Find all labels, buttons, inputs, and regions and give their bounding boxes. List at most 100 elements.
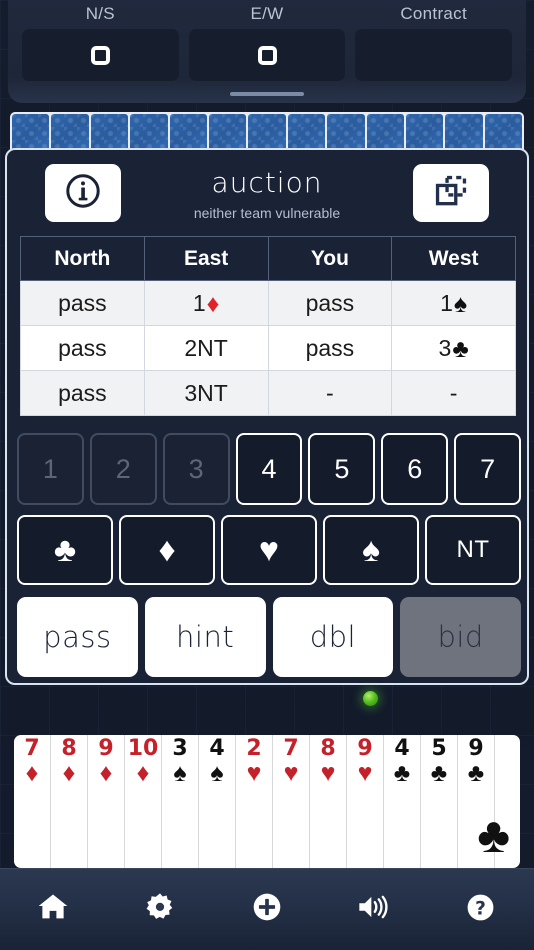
auction-bid-text: 1 [440, 289, 453, 316]
hand-card[interactable]: 8 ♥ [310, 735, 347, 868]
auction-bid-text: 3NT [184, 379, 228, 406]
nav-add-button[interactable] [214, 890, 321, 929]
bid-suit-heart[interactable]: ♥ [221, 515, 317, 585]
auction-bid-text: 3 [438, 334, 452, 361]
bid-level-4[interactable]: 4 [235, 433, 303, 505]
auction-header: auction neither team vulnerable [7, 150, 527, 232]
hand-card[interactable]: 8 ♦ [51, 735, 88, 868]
auction-cell: pass [20, 370, 145, 416]
auction-cell: pass [20, 280, 145, 326]
bid-suit-club[interactable]: ♣ [17, 515, 113, 585]
plus-circle-icon [250, 890, 284, 929]
bid-suit-spade[interactable]: ♠ [323, 515, 419, 585]
card-back [208, 114, 247, 152]
bid-suit-diamond[interactable]: ♦ [119, 515, 215, 585]
auction-cell: pass [267, 280, 393, 326]
duplicate-button[interactable] [413, 164, 489, 222]
card-back [51, 114, 89, 152]
auction-bid-suit: ♠ [453, 289, 468, 318]
card-rank: 7 [283, 736, 299, 761]
nav-settings-button[interactable] [107, 891, 214, 928]
card-back [366, 114, 404, 152]
hand-card[interactable]: 4 ♠ [199, 735, 236, 868]
card-rank: 4 [209, 736, 225, 761]
nav-sound-button[interactable] [320, 891, 427, 928]
bid-level-2[interactable]: 2 [89, 433, 157, 505]
scoreboard-panel: N/S E/W Contract [8, 0, 526, 103]
auction-bid: pass [306, 290, 355, 317]
bid-level-1[interactable]: 1 [17, 433, 84, 505]
auction-bid: pass [58, 290, 107, 317]
card-back [287, 114, 326, 152]
card-rank: 3 [172, 736, 188, 761]
dbl-button[interactable]: dbl [272, 597, 394, 677]
bid-level-7[interactable]: 7 [454, 433, 522, 505]
auction-bid-text: pass [305, 289, 355, 316]
info-button[interactable] [45, 164, 121, 222]
hand-card[interactable]: 7 ♦ [14, 735, 51, 868]
no-trump-icon: NT [456, 536, 490, 563]
auction-column-header: West [391, 236, 516, 281]
nav-help-button[interactable]: ? [427, 891, 534, 929]
hand-card[interactable]: 9 ♥ [347, 735, 384, 868]
hand-card[interactable]: 4 ♣ [384, 735, 421, 868]
hint-button[interactable]: hint [144, 597, 266, 677]
pass-button[interactable]: pass [17, 597, 138, 677]
club-icon: ♣ [477, 807, 510, 863]
auction-row: pass 3NT - - [20, 370, 516, 416]
card-back [327, 114, 365, 152]
card-rank: 2 [246, 736, 262, 761]
auction-bid-suit: ♣ [452, 334, 469, 363]
auction-cell: 1 ♠ [391, 280, 516, 326]
auction-cell: 3NT [143, 370, 269, 416]
auction-cell: - [391, 370, 516, 416]
bid-level-5[interactable]: 5 [308, 433, 376, 505]
auction-bid: pass [306, 335, 355, 362]
auction-table-header: North East You West [20, 236, 516, 281]
card-back [405, 114, 444, 152]
card-rank: 5 [431, 736, 447, 761]
scoreboard-value-box[interactable] [188, 29, 346, 81]
card-rank: 7 [24, 736, 40, 761]
auction-bid: - [450, 380, 458, 407]
hand-card[interactable]: 3 ♠ [162, 735, 199, 868]
hand-card[interactable]: 9 ♦ [88, 735, 125, 868]
svg-text:?: ? [475, 898, 486, 919]
info-circle-icon [64, 172, 102, 215]
auction-column-header: You [267, 236, 393, 281]
bid-suit-no-trump[interactable]: NT [425, 515, 521, 585]
gear-icon [144, 891, 176, 928]
card-back [248, 114, 286, 152]
bid-button[interactable]: bid [400, 597, 521, 677]
nav-home-button[interactable] [0, 890, 107, 929]
card-suit-icon: ♥ [246, 759, 262, 787]
bid-level-6[interactable]: 6 [381, 433, 449, 505]
auction-bid: pass [58, 335, 107, 362]
panel-drag-handle[interactable] [230, 92, 304, 96]
auction-column-header: East [143, 236, 269, 281]
scoreboard-column-ns: N/S [22, 2, 179, 81]
card-back [484, 114, 523, 152]
auction-cell: 2NT [143, 325, 269, 371]
duplicate-icon [432, 172, 470, 215]
heart-icon: ♥ [258, 531, 280, 569]
card-suit-icon: ♣ [393, 759, 411, 787]
scoreboard-value-box[interactable] [22, 29, 179, 81]
card-rank: 9 [468, 736, 484, 761]
scoreboard-value-box[interactable] [355, 29, 513, 81]
auction-cell: pass [267, 325, 393, 371]
card-rank: 4 [394, 736, 410, 761]
auction-bid: 1 ♦ [193, 290, 220, 317]
card-suit-icon: ♦ [99, 759, 113, 787]
hand-card[interactable]: 5 ♣ [421, 735, 458, 868]
auction-row: pass 2NT pass 3 ♣ [20, 325, 516, 371]
auction-bid: 3 ♣ [439, 335, 469, 362]
hand-card[interactable]: 2 ♥ [236, 735, 273, 868]
hand-card[interactable]: 7 ♥ [273, 735, 310, 868]
auction-bid: 2NT [184, 335, 227, 362]
auction-bid-text: 1 [192, 289, 206, 316]
card-back [169, 114, 207, 152]
card-back [445, 114, 483, 152]
hand-card[interactable]: 10 ♦ [125, 735, 162, 868]
bid-level-3[interactable]: 3 [162, 433, 230, 505]
